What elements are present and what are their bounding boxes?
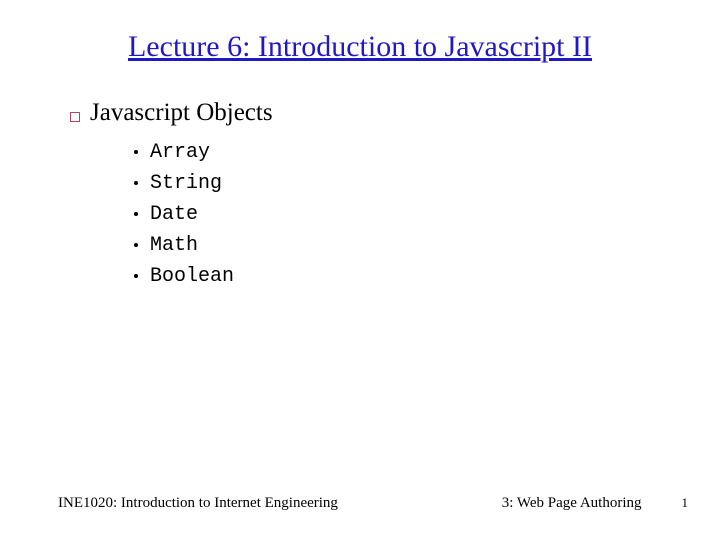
sub-item-text: Boolean [150,265,234,288]
page-number: 1 [682,495,689,511]
dot-bullet-icon [134,150,138,154]
footer-right-group: 3: Web Page Authoring 1 [502,495,688,512]
dot-bullet-icon [134,243,138,247]
list-item: Array [134,141,720,164]
dot-bullet-icon [134,212,138,216]
sub-item-text: String [150,172,222,195]
sub-list: Array String Date Math Boolean [70,135,720,288]
sub-item-text: Array [150,141,210,164]
sub-item-text: Math [150,234,198,257]
list-item: Math [134,234,720,257]
list-item: String [134,172,720,195]
list-item: Date [134,203,720,226]
main-heading-text: Javascript Objects [90,99,273,127]
square-bullet-icon [70,112,80,122]
footer-left-text: INE1020: Introduction to Internet Engine… [58,495,338,512]
main-bullet-item: Javascript Objects [70,99,720,127]
footer-right-text: 3: Web Page Authoring [502,495,642,512]
footer: INE1020: Introduction to Internet Engine… [0,495,720,512]
slide-title: Lecture 6: Introduction to Javascript II [0,0,720,84]
list-item: Boolean [134,265,720,288]
sub-item-text: Date [150,203,198,226]
dot-bullet-icon [134,181,138,185]
dot-bullet-icon [134,274,138,278]
content-area: Javascript Objects Array String Date Mat… [0,84,720,288]
